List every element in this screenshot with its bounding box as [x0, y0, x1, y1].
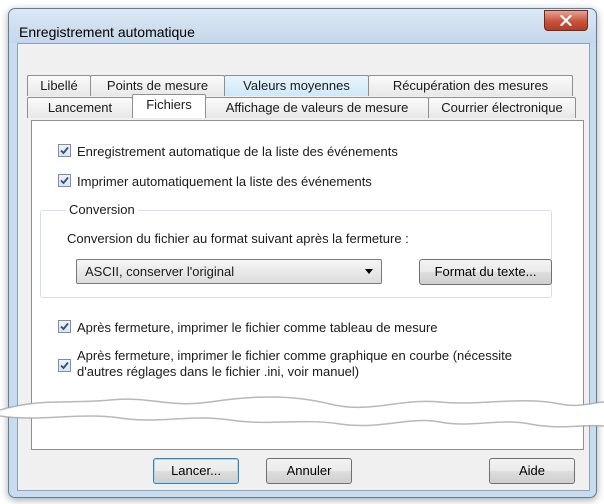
tab-points-de-mesure[interactable]: Points de mesure: [90, 75, 225, 96]
conversion-group-label: Conversion: [66, 202, 138, 217]
conversion-format-value: ASCII, conserver l'original: [85, 264, 235, 279]
checkmark-icon: [60, 322, 69, 331]
tab-label: Valeurs moyennes: [243, 78, 350, 93]
auto-print-events-checkbox[interactable]: [58, 174, 71, 187]
start-button[interactable]: Lancer...: [153, 458, 239, 484]
print-graph-label: Après fermeture, imprimer le fichier com…: [77, 348, 512, 380]
print-graph-checkbox[interactable]: [58, 359, 71, 372]
tab-label: Affichage de valeurs de mesure: [225, 100, 409, 115]
close-button[interactable]: [544, 10, 588, 31]
print-table-checkbox[interactable]: [58, 320, 71, 333]
checkmark-icon: [60, 361, 69, 370]
chevron-down-icon: [365, 269, 373, 274]
torn-edge-divider: [0, 396, 604, 428]
tab-label: Points de mesure: [106, 78, 209, 93]
tab-affichage-de-valeurs-de-mesure[interactable]: Affichage de valeurs de mesure: [205, 97, 429, 118]
text-format-button[interactable]: Format du texte...: [419, 259, 552, 285]
auto-save-events-label: Enregistrement automatique de la liste d…: [77, 144, 398, 159]
tab-label: Libellé: [40, 78, 78, 93]
auto-save-events-checkbox[interactable]: [58, 144, 71, 157]
conversion-description: Conversion du fichier au format suivant …: [67, 231, 409, 246]
checkbox-row-auto-save-events[interactable]: Enregistrement automatique de la liste d…: [58, 144, 398, 159]
checkbox-row-print-graph[interactable]: Après fermeture, imprimer le fichier com…: [58, 348, 512, 380]
close-icon: [560, 15, 572, 26]
tab-label: Courrier électronique: [441, 100, 563, 115]
checkmark-icon: [60, 146, 69, 155]
tab-libelle[interactable]: Libellé: [27, 75, 91, 96]
window-title: Enregistrement automatique: [19, 24, 195, 40]
tab-label: Fichiers: [146, 97, 192, 112]
auto-print-events-label: Imprimer automatiquement la liste des év…: [77, 174, 372, 189]
checkmark-icon: [60, 176, 69, 185]
tab-label: Récupération des mesures: [392, 78, 549, 93]
tab-valeurs-moyennes[interactable]: Valeurs moyennes: [224, 75, 369, 96]
checkbox-row-print-table[interactable]: Après fermeture, imprimer le fichier com…: [58, 320, 438, 335]
tab-label: Lancement: [47, 100, 113, 115]
tab-fichiers[interactable]: Fichiers: [132, 94, 206, 118]
print-graph-label-line1: Après fermeture, imprimer le fichier com…: [77, 348, 512, 363]
print-table-label: Après fermeture, imprimer le fichier com…: [77, 320, 438, 335]
help-button[interactable]: Aide: [489, 458, 575, 484]
checkbox-row-auto-print-events[interactable]: Imprimer automatiquement la liste des év…: [58, 174, 372, 189]
print-graph-label-line2: d'autres réglages dans le fichier .ini, …: [77, 364, 360, 379]
title-bar[interactable]: Enregistrement automatique: [9, 9, 596, 43]
tab-lancement[interactable]: Lancement: [27, 97, 133, 118]
tab-courrier-electronique[interactable]: Courrier électronique: [428, 97, 576, 118]
conversion-format-select[interactable]: ASCII, conserver l'original: [76, 259, 382, 284]
cancel-button[interactable]: Annuler: [266, 458, 352, 484]
tab-recuperation-des-mesures[interactable]: Récupération des mesures: [368, 75, 573, 96]
